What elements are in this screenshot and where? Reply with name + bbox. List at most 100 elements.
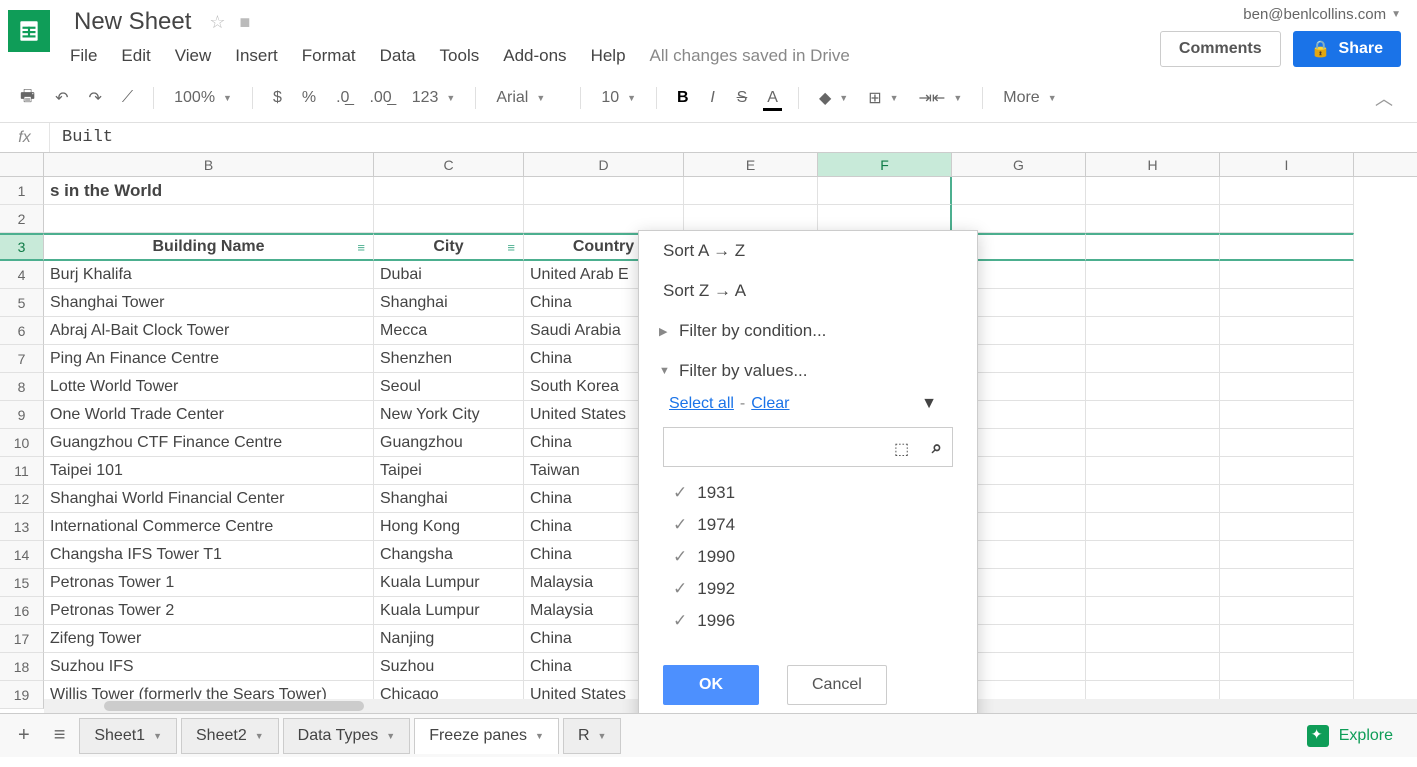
row-header[interactable]: 5 xyxy=(0,289,44,317)
col-header-F[interactable]: F xyxy=(818,153,952,176)
ok-button[interactable]: OK xyxy=(663,665,759,705)
text-color-button[interactable]: A xyxy=(759,84,786,112)
cell[interactable] xyxy=(1086,457,1220,485)
select-all-corner[interactable] xyxy=(0,153,44,176)
row-header[interactable]: 15 xyxy=(0,569,44,597)
add-sheet-button[interactable]: + xyxy=(8,718,40,753)
cell[interactable] xyxy=(1086,401,1220,429)
cell[interactable] xyxy=(952,205,1086,233)
filter-icon[interactable]: ≡ xyxy=(507,240,515,255)
cell[interactable] xyxy=(1086,653,1220,681)
cell[interactable] xyxy=(1086,233,1220,261)
zoom-dropdown[interactable]: 100%▼ xyxy=(166,89,240,107)
col-header-C[interactable]: C xyxy=(374,153,524,176)
user-menu[interactable]: ben@benlcollins.com ▼ xyxy=(1243,6,1401,23)
row-header[interactable]: 8 xyxy=(0,373,44,401)
cell[interactable] xyxy=(684,205,818,233)
row-header[interactable]: 19 xyxy=(0,681,44,709)
cell[interactable] xyxy=(1086,289,1220,317)
cell[interactable] xyxy=(1220,205,1354,233)
cell[interactable] xyxy=(1086,177,1220,205)
paint-format-icon[interactable]: ⟋ xyxy=(114,84,141,112)
cell[interactable]: Shanghai World Financial Center xyxy=(44,485,374,513)
cell[interactable]: International Commerce Centre xyxy=(44,513,374,541)
cell[interactable] xyxy=(1086,205,1220,233)
row-header[interactable]: 11 xyxy=(0,457,44,485)
fill-color-dropdown[interactable]: ◆▼ xyxy=(811,88,856,108)
cell[interactable] xyxy=(524,205,684,233)
row-header[interactable]: 18 xyxy=(0,653,44,681)
row-header[interactable]: 14 xyxy=(0,541,44,569)
col-header-E[interactable]: E xyxy=(684,153,818,176)
undo-icon[interactable]: ↶ xyxy=(47,84,76,112)
row-header[interactable]: 6 xyxy=(0,317,44,345)
row-header[interactable]: 17 xyxy=(0,625,44,653)
sheet-tab[interactable]: Freeze panes▼ xyxy=(414,718,559,754)
col-header-D[interactable]: D xyxy=(524,153,684,176)
row-header[interactable]: 7 xyxy=(0,345,44,373)
cell[interactable]: Lotte World Tower xyxy=(44,373,374,401)
cell[interactable] xyxy=(374,177,524,205)
row-header[interactable]: 4 xyxy=(0,261,44,289)
cell[interactable] xyxy=(1086,261,1220,289)
cell[interactable] xyxy=(1220,345,1354,373)
menu-format[interactable]: Format xyxy=(302,46,356,66)
cell[interactable]: Changsha xyxy=(374,541,524,569)
cell[interactable]: Taipei xyxy=(374,457,524,485)
cell[interactable]: Petronas Tower 1 xyxy=(44,569,374,597)
cell[interactable]: Zifeng Tower xyxy=(44,625,374,653)
cell[interactable] xyxy=(1220,513,1354,541)
collapse-toolbar-icon[interactable]: ︿ xyxy=(1363,85,1405,111)
cell[interactable] xyxy=(1086,373,1220,401)
number-format-dropdown[interactable]: 123▼ xyxy=(404,89,464,107)
sheets-logo[interactable] xyxy=(8,10,50,52)
cell[interactable]: Shanghai xyxy=(374,289,524,317)
cell[interactable]: Guangzhou CTF Finance Centre xyxy=(44,429,374,457)
cell[interactable] xyxy=(1220,373,1354,401)
cell[interactable] xyxy=(1220,569,1354,597)
cell[interactable] xyxy=(1086,513,1220,541)
menu-tools[interactable]: Tools xyxy=(440,46,480,66)
sort-za[interactable]: Sort Z → A xyxy=(639,271,977,311)
sheet-tab[interactable]: R▼ xyxy=(563,718,621,754)
cell[interactable] xyxy=(1086,345,1220,373)
sheet-tab[interactable]: Sheet2▼ xyxy=(181,718,279,754)
cell[interactable]: Burj Khalifa xyxy=(44,261,374,289)
star-icon[interactable]: ☆ xyxy=(209,12,225,33)
col-header-I[interactable]: I xyxy=(1220,153,1354,176)
increase-decimal-icon[interactable]: .00̲ xyxy=(361,84,399,112)
cell[interactable] xyxy=(374,205,524,233)
row-header[interactable]: 10 xyxy=(0,429,44,457)
currency-icon[interactable]: $ xyxy=(265,84,290,112)
redo-icon[interactable]: ↷ xyxy=(81,84,110,112)
cell[interactable] xyxy=(1220,289,1354,317)
col-header-H[interactable]: H xyxy=(1086,153,1220,176)
share-button[interactable]: 🔒 Share xyxy=(1293,31,1401,67)
menu-data[interactable]: Data xyxy=(380,46,416,66)
formula-input[interactable]: Built xyxy=(50,128,125,147)
cell[interactable] xyxy=(1220,625,1354,653)
col-header-B[interactable]: B xyxy=(44,153,374,176)
explore-button[interactable]: Explore xyxy=(1291,717,1409,755)
print-icon[interactable]: 🖶 xyxy=(12,84,43,112)
borders-dropdown[interactable]: ⊞▼ xyxy=(860,88,906,108)
cell[interactable] xyxy=(1086,541,1220,569)
filter-search-input[interactable] xyxy=(674,439,932,456)
cell[interactable]: Ping An Finance Centre xyxy=(44,345,374,373)
filter-by-values[interactable]: ▼ Filter by values... xyxy=(639,351,977,391)
menu-edit[interactable]: Edit xyxy=(121,46,150,66)
filter-by-condition[interactable]: ▶ Filter by condition... xyxy=(639,311,977,351)
row-header[interactable]: 2 xyxy=(0,205,44,233)
bold-button[interactable]: B xyxy=(669,84,697,112)
folder-icon[interactable]: ■ xyxy=(240,12,251,33)
sheet-tab[interactable]: Data Types▼ xyxy=(283,718,411,754)
col-header-G[interactable]: G xyxy=(952,153,1086,176)
cell[interactable]: Suzhou xyxy=(374,653,524,681)
italic-button[interactable]: I xyxy=(701,84,725,112)
merge-dropdown[interactable]: ⇥⇤▼ xyxy=(911,88,971,108)
cell[interactable]: Dubai xyxy=(374,261,524,289)
strike-button[interactable]: S xyxy=(729,84,756,112)
comments-button[interactable]: Comments xyxy=(1160,31,1281,67)
menu-insert[interactable]: Insert xyxy=(235,46,278,66)
cell[interactable] xyxy=(1086,485,1220,513)
